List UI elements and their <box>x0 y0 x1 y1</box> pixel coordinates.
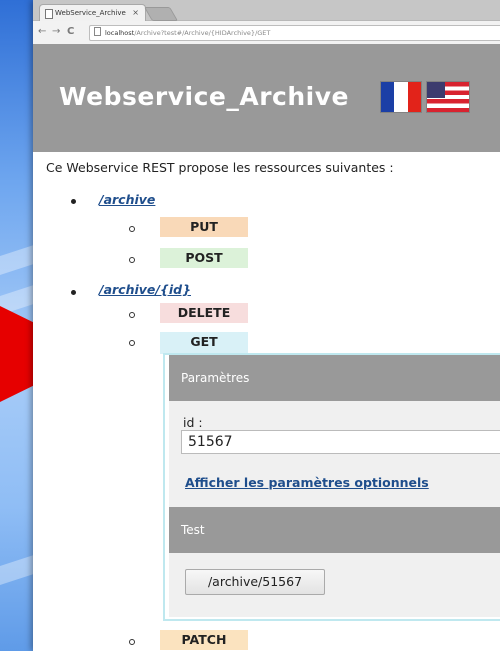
method-get[interactable]: GET <box>160 332 248 354</box>
method-patch[interactable]: PATCH <box>160 630 248 650</box>
main-content: Ce Webservice REST propose les ressource… <box>33 152 500 651</box>
method-put[interactable]: PUT <box>160 217 248 237</box>
navigation-bar: ← → C localhost/Archive?test#/Archive/{H… <box>33 21 500 45</box>
test-request-button[interactable]: /archive/51567 <box>185 569 325 595</box>
back-arrow-icon[interactable]: ← <box>38 25 46 39</box>
get-method-panel: Paramètres id : 51567 Afficher les param… <box>163 353 500 621</box>
tab-bar: WebService_Archive × <box>33 0 500 21</box>
resource-link-archive-id[interactable]: /archive/{id} <box>99 282 191 297</box>
circle-bullet-icon <box>129 312 135 318</box>
bullet-icon <box>71 199 76 204</box>
params-body: id : 51567 Afficher les paramètres optio… <box>169 401 500 507</box>
circle-bullet-icon <box>129 340 135 346</box>
method-post[interactable]: POST <box>160 248 248 268</box>
id-label: id : <box>183 415 203 430</box>
circle-bullet-icon <box>129 226 135 232</box>
page-info-icon <box>94 27 101 36</box>
browser-tab[interactable]: WebService_Archive × <box>39 4 146 21</box>
bullet-icon <box>71 290 76 295</box>
site-title: Webservice_Archive <box>59 82 349 111</box>
params-header: Paramètres <box>169 355 500 401</box>
us-flag-icon[interactable] <box>427 82 469 112</box>
browser-window: WebService_Archive × ← → C localhost/Arc… <box>33 0 500 651</box>
site-header: Webservice_Archive <box>33 44 500 152</box>
url-host: localhost <box>105 29 135 37</box>
new-tab-button[interactable] <box>143 7 179 21</box>
intro-text: Ce Webservice REST propose les ressource… <box>46 160 394 175</box>
test-body: /archive/51567 <box>169 553 500 617</box>
resource-link-archive[interactable]: /archive <box>99 192 155 207</box>
circle-bullet-icon <box>129 257 135 263</box>
tab-close-icon[interactable]: × <box>132 5 139 21</box>
method-delete[interactable]: DELETE <box>160 303 248 323</box>
tab-title: WebService_Archive <box>55 9 126 17</box>
french-flag-icon[interactable] <box>381 82 421 112</box>
reload-icon[interactable]: C <box>67 25 74 39</box>
page-icon <box>45 9 53 19</box>
url-path: /Archive?test#/Archive/{HIDArchive}/GET <box>134 29 271 37</box>
test-header: Test <box>169 507 500 553</box>
forward-arrow-icon[interactable]: → <box>52 25 60 39</box>
address-bar[interactable]: localhost/Archive?test#/Archive/{HIDArch… <box>89 25 500 41</box>
optional-params-link[interactable]: Afficher les paramètres optionnels <box>185 475 429 490</box>
circle-bullet-icon <box>129 639 135 645</box>
id-input[interactable]: 51567 <box>181 430 500 454</box>
